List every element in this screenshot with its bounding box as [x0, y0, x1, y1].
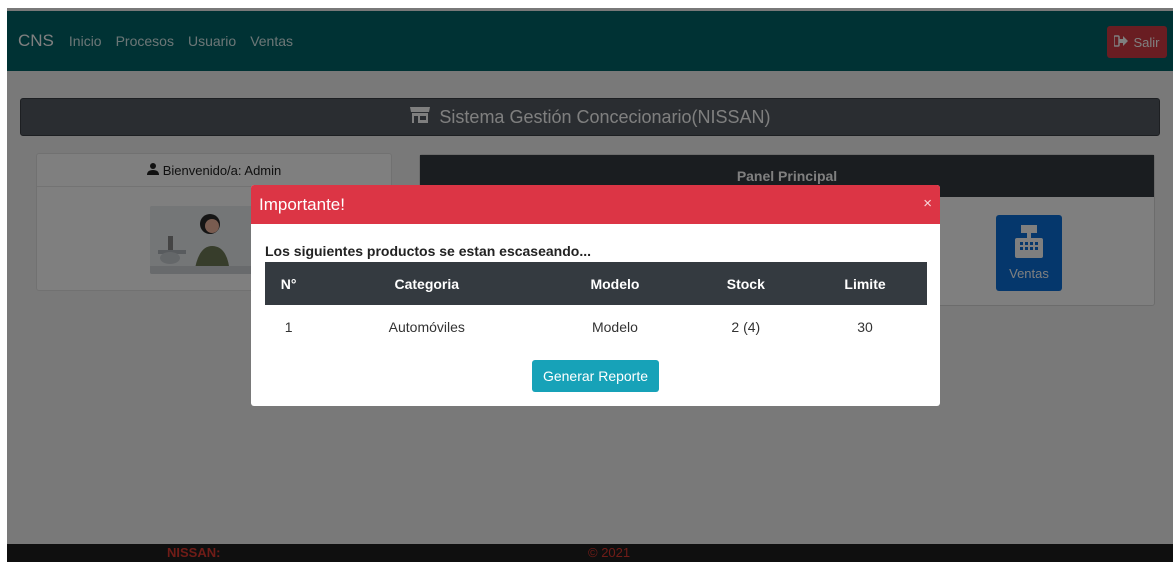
column-header-categoria: Categoria [312, 262, 542, 305]
modal-body: Los siguientes productos se estan escase… [251, 224, 940, 348]
modal-header: Importante! × [251, 185, 940, 224]
close-icon[interactable]: × [923, 195, 932, 212]
column-header-number: N° [265, 262, 313, 305]
low-stock-modal: Importante! × Los siguientes productos s… [251, 185, 940, 406]
table-header-row: N° Categoria Modelo Stock Limite [265, 262, 927, 305]
cell-categoria: Automóviles [388, 318, 465, 335]
column-header-modelo: Modelo [541, 262, 689, 305]
cell-modelo: Modelo [591, 318, 638, 335]
modal-title: Importante! [259, 194, 345, 214]
low-stock-table: N° Categoria Modelo Stock Limite 1 Autom… [265, 262, 927, 348]
modal-message: Los siguientes productos se estan escase… [265, 243, 591, 259]
page: CNS Inicio Procesos Usuario Ventas Salir… [7, 8, 1173, 562]
cell-number: 1 [284, 318, 293, 335]
cell-stock: 2 (4) [731, 318, 761, 335]
column-header-stock: Stock [688, 262, 804, 305]
cell-limite: 30 [857, 318, 873, 335]
column-header-limite: Limite [803, 262, 927, 305]
table-row: 1 Automóviles Modelo 2 (4) 30 [265, 305, 927, 348]
generate-report-button[interactable]: Generar Reporte [532, 360, 659, 392]
